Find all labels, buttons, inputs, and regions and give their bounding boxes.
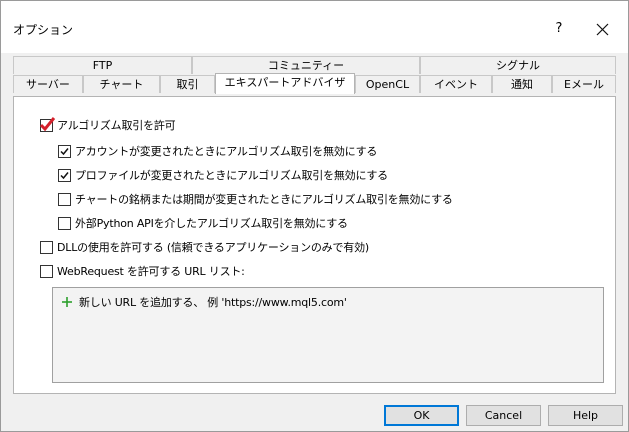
disable-python-option[interactable]: 外部Python APIを介したアルゴリズム取引を無効にする xyxy=(58,215,348,231)
close-button[interactable] xyxy=(591,15,615,43)
title-bar: オプション ? xyxy=(1,1,628,53)
tab-trade[interactable]: 取引 xyxy=(160,75,215,93)
tab-notifications[interactable]: 通知 xyxy=(492,75,552,93)
help-title-button[interactable]: ? xyxy=(549,17,569,41)
tab-email[interactable]: Eメール xyxy=(552,75,616,93)
disable-python-label: 外部Python APIを介したアルゴリズム取引を無効にする xyxy=(75,217,348,230)
allow-webrequest-option[interactable]: WebRequest を許可する URL リスト: xyxy=(40,263,245,279)
allow-webrequest-checkbox[interactable] xyxy=(40,264,53,278)
allow-algo-checkbox[interactable] xyxy=(40,116,56,132)
window-title: オプション xyxy=(13,23,74,37)
disable-on-symbol-checkbox[interactable] xyxy=(58,192,71,206)
plus-icon xyxy=(62,297,72,307)
add-url-item[interactable]: 新しい URL を追加する、 例 'https://www.mql5.com' xyxy=(61,294,347,310)
disable-on-profile-option[interactable]: プロファイルが変更されたときにアルゴリズム取引を無効にする xyxy=(58,167,388,183)
ok-button[interactable]: OK xyxy=(384,405,459,426)
tab-expert-advisors[interactable]: エキスパートアドバイザ xyxy=(215,73,355,94)
disable-on-account-checkbox[interactable] xyxy=(58,144,71,158)
tab-ftp[interactable]: FTP xyxy=(13,56,192,74)
allow-webrequest-label: WebRequest を許可する URL リスト: xyxy=(57,265,245,278)
tab-chart[interactable]: チャート xyxy=(83,75,160,93)
disable-python-checkbox[interactable] xyxy=(58,216,71,230)
checkmark-icon xyxy=(60,171,69,179)
close-icon xyxy=(596,23,609,36)
red-checkmark-icon xyxy=(40,116,56,131)
disable-on-account-option[interactable]: アカウントが変更されたときにアルゴリズム取引を無効にする xyxy=(58,143,377,159)
options-dialog: オプション ? FTP コミュニティー シグナル サーバー チャート 取引 エキ… xyxy=(0,0,629,432)
disable-on-profile-checkbox[interactable] xyxy=(58,168,71,182)
checkmark-icon xyxy=(60,147,69,155)
tab-events[interactable]: イベント xyxy=(420,75,492,93)
url-list[interactable]: 新しい URL を追加する、 例 'https://www.mql5.com' xyxy=(52,287,604,383)
tab-strip: FTP コミュニティー シグナル サーバー チャート 取引 エキスパートアドバイ… xyxy=(13,56,616,96)
add-url-hint: 新しい URL を追加する、 例 'https://www.mql5.com' xyxy=(79,296,347,309)
tab-opencl[interactable]: OpenCL xyxy=(355,75,420,93)
disable-on-account-label: アカウントが変更されたときにアルゴリズム取引を無効にする xyxy=(75,145,378,158)
disable-on-symbol-label: チャートの銘柄または期間が変更されたときにアルゴリズム取引を無効にする xyxy=(75,193,453,206)
tab-server[interactable]: サーバー xyxy=(13,75,83,93)
disable-on-profile-label: プロファイルが変更されたときにアルゴリズム取引を無効にする xyxy=(75,169,388,182)
tab-community[interactable]: コミュニティー xyxy=(192,56,420,74)
expert-advisors-panel: アルゴリズム取引を許可 アカウントが変更されたときにアルゴリズム取引を無効にする… xyxy=(13,96,616,394)
cancel-button[interactable]: Cancel xyxy=(466,405,541,426)
disable-on-symbol-option[interactable]: チャートの銘柄または期間が変更されたときにアルゴリズム取引を無効にする xyxy=(58,191,453,207)
allow-dll-label: DLLの使用を許可する (信頼できるアプリケーションのみで有効) xyxy=(57,241,369,254)
help-button[interactable]: Help xyxy=(548,405,623,426)
tab-signals[interactable]: シグナル xyxy=(420,56,616,74)
allow-dll-option[interactable]: DLLの使用を許可する (信頼できるアプリケーションのみで有効) xyxy=(40,239,369,255)
allow-algo-label: アルゴリズム取引を許可 xyxy=(57,119,176,132)
allow-dll-checkbox[interactable] xyxy=(40,240,53,254)
allow-algo-option[interactable]: アルゴリズム取引を許可 xyxy=(40,116,176,133)
